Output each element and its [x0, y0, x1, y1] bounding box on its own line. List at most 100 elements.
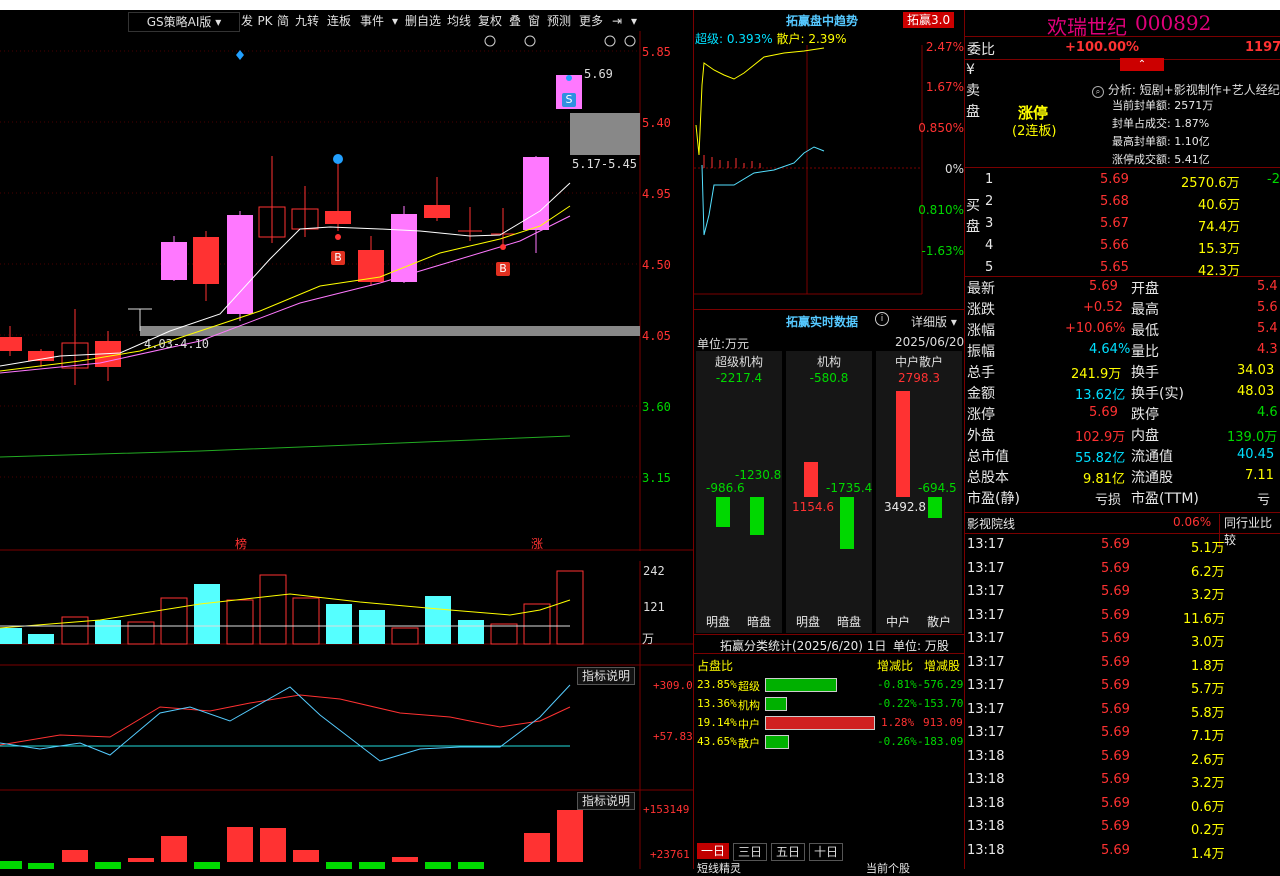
realtime-title: 拓赢实时数据: [786, 315, 859, 329]
field-label: 总股本: [967, 470, 1009, 486]
field-label: 总市值: [967, 449, 1009, 465]
tab-1day[interactable]: 一日: [697, 843, 729, 859]
info-icon[interactable]: i: [875, 312, 889, 326]
stats-shares: -576.29: [917, 678, 964, 691]
toolbar-item-more[interactable]: 更多: [577, 12, 605, 30]
toolbar-item-ma[interactable]: 均线: [445, 12, 473, 30]
trend-badge[interactable]: 拓赢3.0: [903, 12, 955, 28]
weibi-label: 委比: [967, 42, 995, 58]
stats-chg: -0.81%: [877, 678, 917, 691]
search-icon: ⌕: [1092, 86, 1104, 98]
toolbar-item-pk[interactable]: PK: [256, 12, 274, 30]
trade-row: 13:18 5.69 1.4万: [965, 840, 1280, 863]
price-tick: 3.60: [642, 400, 671, 414]
buy-signal-icon[interactable]: B: [496, 262, 510, 276]
weibi-value: +100.00%: [1065, 40, 1140, 55]
field-value: 9.81亿: [1083, 472, 1125, 487]
field-label: 涨幅: [967, 323, 995, 339]
stats-col-header: 占盘比: [697, 659, 734, 673]
fullscreen-icon[interactable]: ⇥: [608, 12, 626, 30]
toolbar-item-event[interactable]: 事件: [357, 12, 387, 30]
weibi-row: 委比 +100.00% 11978: [965, 36, 1280, 60]
bid-price: 5.66: [1100, 238, 1129, 253]
toolbar-item-predict[interactable]: 预测: [545, 12, 573, 30]
field-label2: 内盘: [1131, 428, 1159, 444]
indicator2-explain-button[interactable]: 指标说明: [577, 792, 636, 810]
stats-shares: -153.70: [917, 697, 964, 710]
toolbar-item-remove-watch[interactable]: 删自选: [403, 12, 443, 30]
seal-line: 封单占成交: 1.87%: [1112, 117, 1210, 130]
field-value: 5.69: [1089, 405, 1118, 420]
indicator2-chart: [0, 810, 583, 869]
industry-name[interactable]: 影视院线: [967, 515, 1015, 532]
collapse-up-icon[interactable]: ⌃: [1120, 58, 1164, 71]
trade-price: 5.69: [1101, 748, 1130, 764]
trade-volume: 3.2万: [1191, 776, 1225, 791]
trade-price: 5.69: [1101, 842, 1130, 858]
bid-row[interactable]: 4 5.66 15.3万: [985, 236, 1280, 258]
divider: [965, 167, 1280, 168]
sub-label: 明盘: [706, 615, 731, 629]
retail-trend-line: [695, 47, 825, 156]
trade-volume: 5.1万: [1191, 541, 1225, 556]
divider: [694, 634, 964, 635]
sell-signal-icon[interactable]: S: [562, 93, 576, 107]
trade-volume: 1.8万: [1191, 658, 1225, 674]
trade-list: 13:17 5.69 5.1万 13:17 5.69 6.2万 13:17 5.69 3.2…: [965, 534, 1280, 869]
high-annotation: 5.69: [584, 67, 613, 81]
trade-row: 13:17 5.69 3.0万: [965, 628, 1280, 651]
toolbar-item-window[interactable]: 窗: [526, 12, 542, 30]
strategy-select[interactable]: GS策略AI版 ▾: [128, 12, 240, 32]
tab-5day[interactable]: 五日: [771, 843, 805, 861]
group-name: 超级机构: [714, 355, 763, 369]
field-row: 振幅 4.64% 量比 4.3: [965, 340, 1280, 361]
bid-row[interactable]: 1 5.69 2570.6万 -2: [985, 170, 1280, 192]
bid-price: 5.67: [1100, 216, 1129, 231]
bar-label: -986.6: [706, 481, 745, 495]
short-line-spirit-label[interactable]: 短线精灵: [697, 860, 741, 876]
field-value: 亏损: [1095, 493, 1122, 508]
trade-volume: 11.6万: [1183, 611, 1225, 627]
toolbar-item-adjust[interactable]: 复权: [476, 12, 504, 30]
range-annotation-bottom: 4.03-4.10: [144, 337, 210, 351]
group-net: -2217.4: [715, 371, 763, 385]
dropdown-icon[interactable]: ▾: [388, 12, 402, 30]
tab-10day[interactable]: 十日: [809, 843, 843, 861]
trend-tick: 0.850%: [918, 121, 964, 135]
bar-label: -1735.4: [826, 481, 873, 495]
bid-row[interactable]: 3 5.67 74.4万: [985, 214, 1280, 236]
field-label2: 跌停: [1131, 407, 1159, 423]
field-label2: 换手: [1131, 365, 1159, 381]
indicator1-chart: [0, 684, 571, 762]
limit-up-sub: (2连板): [1012, 124, 1057, 139]
bar-label: 1154.6: [792, 500, 834, 514]
field-value2: 5.4: [1257, 279, 1278, 294]
trade-volume: 6.2万: [1191, 564, 1225, 580]
buy-signal-icon[interactable]: B: [331, 251, 345, 265]
toolbar-item-jian[interactable]: 简: [275, 12, 291, 30]
detail-version-select[interactable]: 详细版 ▾: [911, 313, 957, 330]
stats-shares: 913.09: [923, 716, 963, 729]
toolbar-item-jiuzhuan[interactable]: 九转: [292, 12, 322, 30]
toolbar-item-lianban[interactable]: 连板: [324, 12, 354, 30]
menu-dropdown-icon[interactable]: ▾: [627, 12, 641, 30]
realtime-unit: 单位:万元: [697, 337, 750, 351]
field-value: 13.62亿: [1075, 388, 1126, 403]
stats-title: 拓赢分类统计(2025/6/20) 1日: [720, 639, 887, 653]
toolbar-item-overlay[interactable]: 叠: [507, 12, 523, 30]
stats-chg: 1.28%: [881, 716, 915, 729]
stats-pct: 43.65%: [697, 735, 737, 748]
tab-3day[interactable]: 三日: [733, 843, 767, 861]
toolbar-item-fa[interactable]: 发: [238, 12, 256, 30]
current-stock-label[interactable]: 当前个股: [866, 860, 910, 876]
chart-tools[interactable]: [484, 35, 636, 47]
trade-row: 13:17 5.69 11.6万: [965, 605, 1280, 628]
quote-fields: 最新 5.69 开盘 5.4 涨跌 +0.52 最高 5.6 涨幅 +10.06% 最低 5.4 …: [965, 277, 1280, 512]
trade-row: 13:18 5.69 0.2万: [965, 816, 1280, 839]
indicator1-explain-button[interactable]: 指标说明: [577, 667, 636, 685]
seal-line: 最高封单额: 1.10亿: [1112, 135, 1210, 148]
analysis-text[interactable]: ⌕ 分析: 短剧+影视制作+艺人经纪: [1092, 81, 1280, 98]
stats-col-header: 增减股: [924, 659, 961, 673]
bid-row[interactable]: 2 5.68 40.6万: [985, 192, 1280, 214]
support-band: [140, 326, 640, 336]
